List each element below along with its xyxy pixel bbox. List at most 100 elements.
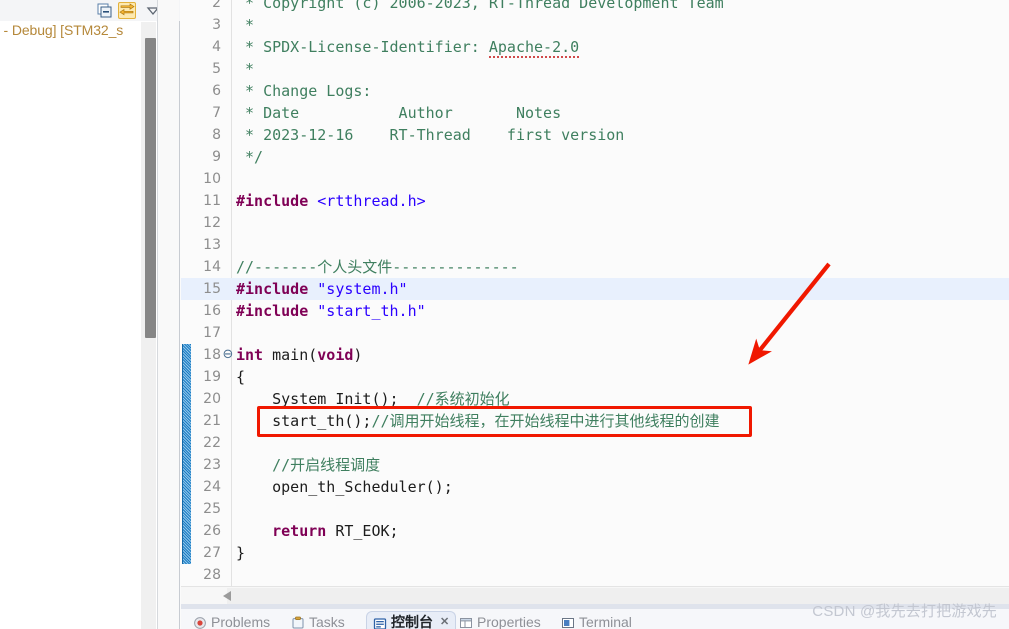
code-line-text: //开启线程调度 bbox=[236, 454, 380, 476]
code-line[interactable]: 25 bbox=[181, 498, 1009, 520]
code-token: RT_EOK; bbox=[326, 522, 399, 540]
code-line[interactable]: 14 //-------个人头文件-------------- bbox=[181, 256, 1009, 278]
bottom-tab-label: Properties bbox=[477, 613, 541, 629]
source-code-editor[interactable]: 2 * Copyright (c) 2006-2023, RT-Thread D… bbox=[181, 0, 1009, 586]
line-number: 3 bbox=[212, 17, 221, 33]
line-number: 7 bbox=[212, 105, 221, 121]
code-token: "start_th.h" bbox=[317, 302, 426, 320]
project-tree-item-label[interactable]: e - Debug] [STM32_s bbox=[0, 22, 123, 38]
link-with-editor-icon[interactable] bbox=[118, 2, 136, 19]
code-line[interactable]: 21 start_th();//调用开始线程，在开始线程中进行其他线程的创建 bbox=[181, 410, 1009, 432]
code-line[interactable]: 7 * Date Author Notes bbox=[181, 102, 1009, 124]
code-line-text: * bbox=[236, 14, 254, 36]
code-line-text: //-------个人头文件-------------- bbox=[236, 256, 519, 278]
code-token: //系统初始化 bbox=[416, 390, 510, 408]
code-line[interactable]: 8 * 2023-12-16 RT-Thread first version bbox=[181, 124, 1009, 146]
line-number: 5 bbox=[212, 61, 221, 77]
code-line[interactable]: 22 bbox=[181, 432, 1009, 454]
code-token: open_th_Scheduler(); bbox=[236, 478, 453, 496]
line-number: 15 bbox=[203, 281, 221, 297]
fold-collapse-icon[interactable]: ⊖ bbox=[222, 344, 234, 366]
scroll-left-arrow-icon[interactable] bbox=[223, 591, 231, 601]
line-number: 13 bbox=[203, 237, 221, 253]
code-line-text: * Date Author Notes bbox=[236, 102, 561, 124]
editor-hscrollbar-thumb[interactable] bbox=[227, 588, 1009, 604]
bottom-tab-properties[interactable]: Properties bbox=[453, 611, 547, 629]
code-line-text: */ bbox=[236, 146, 263, 168]
code-line[interactable]: 5 * bbox=[181, 58, 1009, 80]
line-number: 18 bbox=[203, 347, 221, 363]
code-token: #include bbox=[236, 280, 318, 298]
code-line-text: { bbox=[236, 366, 245, 388]
code-token: //-------个人头文件-------------- bbox=[236, 258, 519, 276]
code-line-text: #include <rtthread.h> bbox=[236, 190, 426, 212]
code-token: * Change Logs: bbox=[236, 82, 372, 100]
code-line[interactable]: 2 * Copyright (c) 2006-2023, RT-Thread D… bbox=[181, 0, 1009, 14]
eclipse-ide-window: e - Debug] [STM32_s 2 * Copyright (c) 20… bbox=[0, 0, 1009, 629]
code-line[interactable]: 27} bbox=[181, 542, 1009, 564]
bottom-tab-problems[interactable]: Problems bbox=[187, 611, 276, 629]
code-line[interactable]: 24 open_th_Scheduler(); bbox=[181, 476, 1009, 498]
code-line[interactable]: 19 { bbox=[181, 366, 1009, 388]
close-icon[interactable]: ✕ bbox=[440, 612, 449, 629]
code-line[interactable]: 16 #include "start_th.h" bbox=[181, 300, 1009, 322]
code-token: ) bbox=[353, 346, 363, 364]
code-line[interactable]: 3 * bbox=[181, 14, 1009, 36]
code-line[interactable]: 18 ⊖ int main(void) bbox=[181, 344, 1009, 366]
code-token: * Date Author Notes bbox=[236, 104, 562, 122]
line-number: 24 bbox=[203, 479, 221, 495]
code-token: System_Init(); bbox=[236, 390, 417, 408]
line-number: 27 bbox=[203, 545, 221, 561]
editor-horizontal-scrollbar[interactable] bbox=[181, 586, 1009, 604]
line-number: 20 bbox=[203, 391, 221, 407]
code-token: #include bbox=[236, 302, 318, 320]
line-number: 22 bbox=[203, 435, 221, 451]
line-number: 12 bbox=[203, 215, 221, 231]
code-token: //调用开始线程，在开始线程中进行其他线程的创建 bbox=[371, 412, 720, 430]
code-line-text: } bbox=[236, 542, 245, 564]
code-line-text: * SPDX-License-Identifier: Apache-2.0 bbox=[236, 36, 580, 58]
code-line[interactable]: 12 bbox=[181, 212, 1009, 234]
code-line-text: start_th();//调用开始线程，在开始线程中进行其他线程的创建 bbox=[236, 410, 720, 432]
bottom-tab-label: 控制台 bbox=[391, 614, 433, 629]
code-line-text: * Copyright (c) 2006-2023, RT-Thread Dev… bbox=[236, 0, 724, 14]
bottom-tab-label: Problems bbox=[211, 613, 271, 629]
bottom-tab-tasks[interactable]: Tasks bbox=[285, 611, 351, 629]
line-number: 21 bbox=[203, 413, 221, 429]
code-line[interactable]: 10 bbox=[181, 168, 1009, 190]
bottom-tab-console[interactable]: 控制台 ✕ bbox=[366, 611, 457, 629]
tasks-icon bbox=[291, 615, 305, 629]
code-line-text: * 2023-12-16 RT-Thread first version bbox=[236, 124, 624, 146]
code-line-text: int main(void) bbox=[236, 344, 362, 366]
code-line[interactable]: 20 System_Init(); //系统初始化 bbox=[181, 388, 1009, 410]
code-line[interactable]: 26 return RT_EOK; bbox=[181, 520, 1009, 542]
code-token: } bbox=[236, 544, 246, 562]
code-line[interactable]: 9 */ bbox=[181, 146, 1009, 168]
problems-icon bbox=[193, 615, 207, 629]
code-token: main( bbox=[272, 346, 318, 364]
code-line[interactable]: 6 * Change Logs: bbox=[181, 80, 1009, 102]
code-line[interactable]: 15 #include "system.h" bbox=[181, 278, 1009, 300]
code-line[interactable]: 28 bbox=[181, 564, 1009, 586]
code-line[interactable]: 4 * SPDX-License-Identifier: Apache-2.0 bbox=[181, 36, 1009, 58]
code-token: * 2023-12-16 RT-Thread first version bbox=[236, 126, 625, 144]
code-token: Apache-2.0 bbox=[488, 38, 580, 58]
code-line[interactable]: 13 bbox=[181, 234, 1009, 256]
code-line[interactable]: 23 //开启线程调度 bbox=[181, 454, 1009, 476]
console-icon bbox=[373, 616, 387, 629]
code-line[interactable]: 17 bbox=[181, 322, 1009, 344]
code-token: return bbox=[272, 522, 327, 540]
line-number: 10 bbox=[203, 171, 221, 187]
code-line-text: System_Init(); //系统初始化 bbox=[236, 388, 510, 410]
collapse-all-icon[interactable] bbox=[96, 2, 114, 19]
project-explorer-scrollbar-thumb[interactable] bbox=[145, 38, 156, 338]
code-line[interactable]: 11 #include <rtthread.h> bbox=[181, 190, 1009, 212]
line-number: 4 bbox=[212, 39, 221, 55]
bottom-tab-terminal[interactable]: Terminal bbox=[555, 611, 638, 629]
line-number: 19 bbox=[203, 369, 221, 385]
code-line-text: return RT_EOK; bbox=[236, 520, 399, 542]
code-lines-container: 2 * Copyright (c) 2006-2023, RT-Thread D… bbox=[181, 0, 1009, 586]
code-token: * bbox=[236, 16, 255, 34]
code-token: * SPDX-License-Identifier: bbox=[236, 38, 489, 56]
